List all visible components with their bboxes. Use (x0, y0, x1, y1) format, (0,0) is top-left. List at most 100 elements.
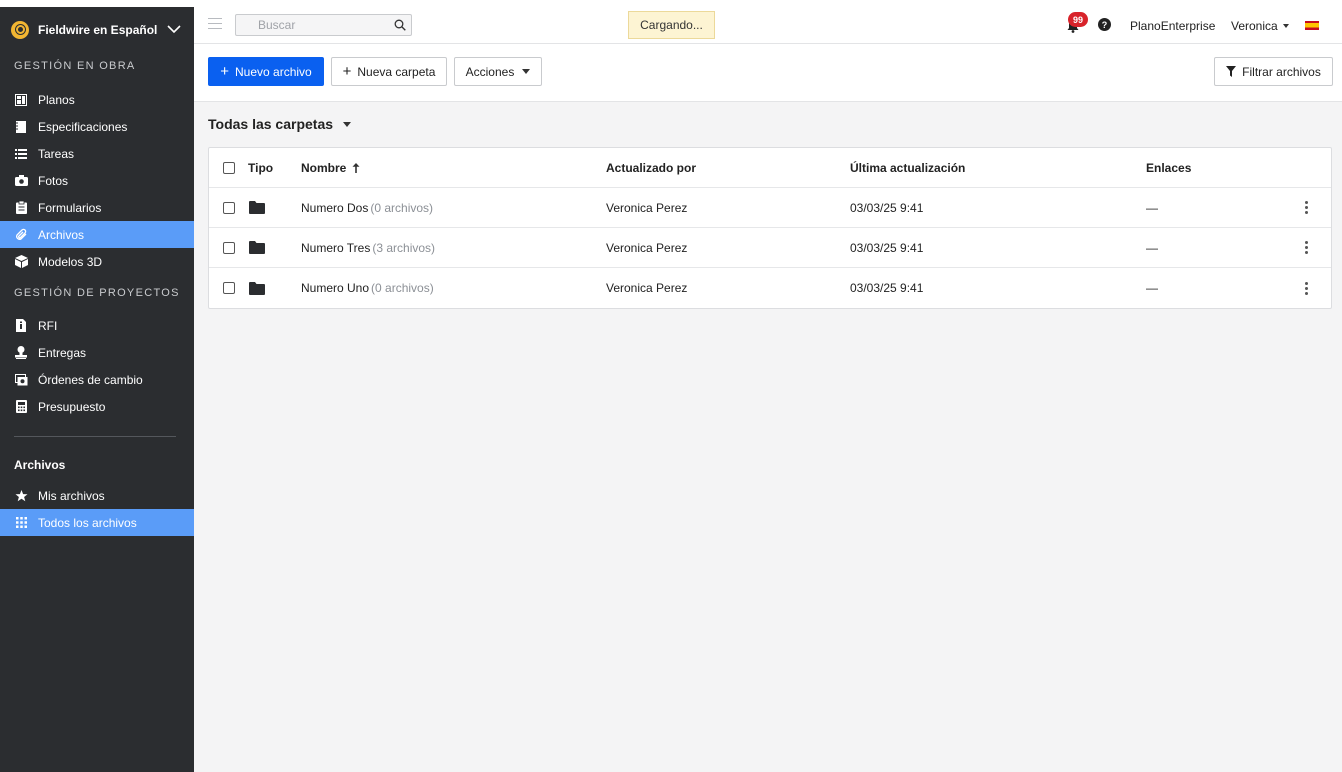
select-all-checkbox[interactable] (223, 161, 235, 174)
file-count: (0 archivos) (370, 200, 434, 215)
breadcrumb-label: Todas las carpetas (208, 116, 334, 132)
search-icon[interactable] (394, 19, 406, 31)
help-icon[interactable]: ? (1098, 18, 1111, 31)
folder-icon (249, 241, 265, 254)
updated-by-cell: Veronica Perez (606, 281, 688, 295)
sidebar-item-label: RFI (38, 318, 58, 333)
folder-icon (249, 201, 265, 214)
filter-files-button[interactable]: Filtrar archivos (1214, 57, 1333, 86)
sidebar-item-formularios[interactable]: Formularios (0, 194, 194, 221)
folders-table: Tipo Nombre Actualizado por Última actua… (208, 147, 1332, 309)
sidebar-item-especificaciones[interactable]: Especificaciones (0, 113, 194, 140)
file-count: (0 archivos) (371, 281, 434, 295)
sidebar-item-presupuesto[interactable]: Presupuesto (0, 393, 194, 420)
actions-dropdown-button[interactable]: Acciones (454, 57, 542, 86)
file-count: (3 archivos) (372, 240, 436, 255)
folder-name: Numero Uno (301, 281, 370, 295)
sidebar-item-label: Fotos (38, 173, 69, 188)
folder-icon (249, 281, 265, 295)
header-type[interactable]: Tipo (248, 148, 273, 187)
calculator-icon (14, 400, 28, 414)
caret-down-icon (522, 69, 531, 74)
actions-label: Acciones (465, 64, 515, 79)
folder-name-cell[interactable]: Numero Uno (0 archivos) (301, 268, 434, 308)
loading-indicator: Cargando... (628, 11, 715, 39)
tasks-list-icon (14, 147, 28, 161)
sidebar-item-tareas[interactable]: Tareas (0, 140, 194, 167)
row-checkbox[interactable] (223, 201, 235, 214)
sort-arrow-up-icon (352, 162, 360, 173)
sidebar-divider (14, 436, 176, 437)
paperclip-icon (14, 228, 28, 242)
last-update-cell: 03/03/25 9:41 (850, 281, 924, 295)
sidebar-item-todos-los-archivos[interactable]: Todos los archivos (0, 509, 194, 536)
sidebar-item-ordenes-de-cambio[interactable]: Órdenes de cambio (0, 366, 194, 393)
links-cell: — (1146, 200, 1158, 215)
sidebar-item-archivos[interactable]: Archivos (0, 221, 194, 248)
more-options-icon[interactable] (1304, 281, 1308, 295)
sidebar-item-fotos[interactable]: Fotos (0, 167, 194, 194)
table-header: Tipo Nombre Actualizado por Última actua… (209, 148, 1331, 188)
specifications-icon (14, 120, 28, 134)
last-update-cell: 03/03/25 9:41 (850, 200, 924, 215)
section-title-field: GESTIÓN EN OBRA (14, 60, 136, 72)
rfi-document-icon (14, 319, 28, 333)
caret-down-icon (1282, 24, 1289, 28)
search-box (235, 14, 412, 36)
top-bar: Cargando... 99 ? PlanoEnterprise Veronic… (194, 0, 1342, 44)
table-row[interactable]: Numero Uno (0 archivos) Veronica Perez 0… (209, 268, 1331, 308)
table-row[interactable]: Numero Tres (3 archivos) Veronica Perez … (209, 228, 1331, 268)
spain-flag-icon[interactable] (1305, 21, 1319, 30)
new-file-label: Nuevo archivo (235, 64, 312, 79)
header-name-label: Nombre (301, 160, 347, 175)
folder-name-cell[interactable]: Numero Tres (3 archivos) (301, 228, 435, 267)
header-updated-by[interactable]: Actualizado por (606, 148, 696, 187)
filter-label: Filtrar archivos (1242, 64, 1321, 79)
sidebar-item-label: Archivos (38, 227, 85, 242)
sidebar-item-rfi[interactable]: RFI (0, 312, 194, 339)
links-cell: — (1146, 281, 1158, 295)
chevron-down-icon[interactable] (166, 22, 182, 38)
sidebar-item-label: Entregas (38, 345, 87, 360)
search-input[interactable] (236, 15, 376, 35)
more-options-icon[interactable] (1304, 241, 1308, 254)
sidebar: Fieldwire en Español GESTIÓN EN OBRA Pla… (0, 0, 194, 772)
project-switcher[interactable]: Fieldwire en Español (0, 0, 194, 52)
grid-icon (14, 516, 28, 530)
folder-name: Numero Dos (301, 200, 369, 215)
new-folder-button[interactable]: + Nueva carpeta (331, 57, 447, 86)
sidebar-item-mis-archivos[interactable]: Mis archivos (0, 482, 194, 509)
sidebar-item-label: Presupuesto (38, 399, 106, 414)
folder-breadcrumb[interactable]: Todas las carpetas (208, 116, 352, 132)
plan-label[interactable]: PlanoEnterprise (1130, 19, 1215, 33)
plans-icon (14, 93, 28, 107)
sidebar-item-label: Formularios (38, 200, 102, 215)
updated-by-cell: Veronica Perez (606, 240, 688, 255)
project-name: Fieldwire en Español (38, 22, 158, 37)
header-last-update[interactable]: Última actualización (850, 148, 965, 187)
more-options-icon[interactable] (1304, 201, 1308, 214)
notification-badge: 99 (1068, 12, 1088, 27)
folder-name: Numero Tres (301, 240, 371, 255)
sidebar-item-planos[interactable]: Planos (0, 86, 194, 113)
row-checkbox[interactable] (223, 241, 235, 254)
change-order-icon (14, 373, 28, 387)
folder-name-cell[interactable]: Numero Dos (0 archivos) (301, 188, 433, 227)
sidebar-item-label: Especificaciones (38, 119, 128, 134)
sidebar-item-label: Modelos 3D (38, 254, 103, 269)
hamburger-menu-icon[interactable] (208, 18, 222, 30)
row-checkbox[interactable] (223, 282, 235, 294)
new-file-button[interactable]: + Nuevo archivo (208, 57, 324, 86)
plus-icon: + (220, 63, 230, 80)
updated-by-cell: Veronica Perez (606, 200, 688, 215)
sidebar-item-modelos-3d[interactable]: Modelos 3D (0, 248, 194, 275)
header-links[interactable]: Enlaces (1146, 148, 1191, 187)
table-row[interactable]: Numero Dos (0 archivos) Veronica Perez 0… (209, 188, 1331, 228)
project-logo-icon (11, 20, 29, 39)
user-name: Veronica (1231, 19, 1278, 33)
new-folder-label: Nueva carpeta (357, 64, 436, 79)
user-menu[interactable]: Veronica (1231, 19, 1289, 33)
sidebar-item-entregas[interactable]: Entregas (0, 339, 194, 366)
header-name[interactable]: Nombre (301, 148, 360, 187)
caret-down-icon (343, 121, 352, 127)
